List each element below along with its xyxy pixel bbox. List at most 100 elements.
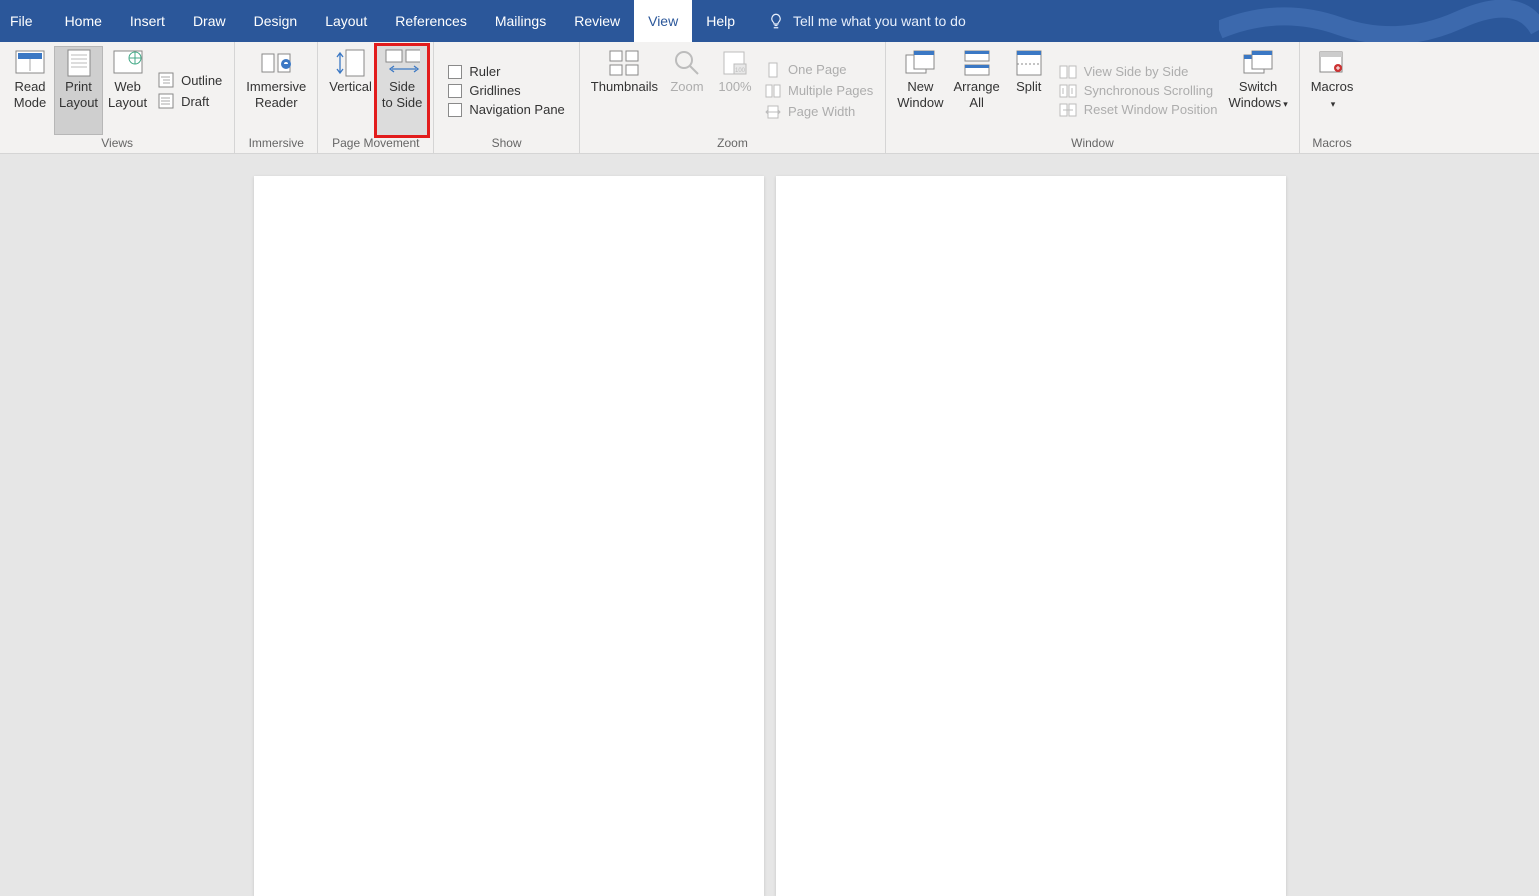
zoom-icon: [673, 49, 701, 77]
switch-windows-icon: [1243, 50, 1273, 76]
group-zoom-label: Zoom: [586, 135, 879, 153]
ribbon: Read Mode Print Layout Web Layout Outlin…: [0, 42, 1539, 154]
print-layout-icon: [67, 49, 91, 77]
side-by-side-icon: [1059, 65, 1077, 79]
web-layout-icon: [113, 50, 143, 76]
document-page[interactable]: [254, 176, 764, 896]
one-page-label: One Page: [788, 63, 847, 76]
tab-insert[interactable]: Insert: [116, 0, 179, 42]
new-window-icon: [905, 50, 935, 76]
thumbnails-label: Thumbnails: [591, 79, 658, 95]
view-side-by-side-label: View Side by Side: [1084, 65, 1189, 78]
new-window-label: New Window: [897, 79, 943, 112]
navigation-pane-label: Navigation Pane: [469, 103, 564, 116]
view-side-by-side-button: View Side by Side: [1059, 65, 1218, 79]
lightbulb-icon: [767, 12, 785, 30]
print-layout-button[interactable]: Print Layout: [54, 46, 103, 135]
tab-home[interactable]: Home: [51, 0, 116, 42]
gridlines-checkbox[interactable]: Gridlines: [448, 84, 564, 98]
hundred-percent-label: 100%: [718, 79, 751, 95]
tab-mailings[interactable]: Mailings: [481, 0, 560, 42]
split-icon: [1016, 50, 1042, 76]
group-immersive: Immersive Reader Immersive: [235, 42, 318, 153]
tell-me[interactable]: Tell me what you want to do: [749, 12, 966, 30]
menu-bar: File Home Insert Draw Design Layout Refe…: [0, 0, 1539, 42]
thumbnails-icon: [609, 50, 639, 76]
web-layout-label: Web Layout: [108, 79, 147, 112]
draft-label: Draft: [181, 95, 209, 108]
side-to-side-label: Side to Side: [382, 79, 422, 112]
side-to-side-icon: [384, 49, 420, 77]
outline-label: Outline: [181, 74, 222, 87]
macros-icon: [1318, 50, 1346, 76]
sync-scrolling-icon: [1059, 84, 1077, 98]
vertical-button[interactable]: Vertical: [324, 46, 377, 135]
group-zoom: Thumbnails Zoom 100 100% One Page Multip…: [580, 42, 886, 153]
group-macros: Macros ▾ Macros: [1300, 42, 1365, 153]
reset-window-position-label: Reset Window Position: [1084, 103, 1218, 116]
draft-button[interactable]: Draft: [158, 93, 222, 109]
page-width-label: Page Width: [788, 105, 855, 118]
immersive-reader-icon: [260, 50, 292, 76]
ruler-label: Ruler: [469, 65, 500, 78]
vertical-label: Vertical: [329, 79, 372, 95]
tab-draw[interactable]: Draw: [179, 0, 240, 42]
reset-window-position-button: Reset Window Position: [1059, 103, 1218, 117]
group-views: Read Mode Print Layout Web Layout Outlin…: [0, 42, 235, 153]
tab-view[interactable]: View: [634, 0, 692, 42]
zoom-label: Zoom: [670, 79, 703, 95]
one-page-icon: [765, 62, 781, 78]
macros-button[interactable]: Macros ▾: [1306, 46, 1359, 135]
sync-scrolling-label: Synchronous Scrolling: [1084, 84, 1213, 97]
tab-references[interactable]: References: [381, 0, 481, 42]
group-immersive-label: Immersive: [241, 135, 311, 153]
tab-review[interactable]: Review: [560, 0, 634, 42]
read-mode-label: Read Mode: [14, 79, 47, 112]
vertical-icon: [336, 49, 366, 77]
arrange-all-icon: [964, 50, 990, 76]
gridlines-label: Gridlines: [469, 84, 520, 97]
tab-file[interactable]: File: [0, 0, 51, 42]
checkbox-icon: [448, 65, 462, 79]
document-page[interactable]: [776, 176, 1286, 896]
page-width-button: Page Width: [765, 104, 873, 120]
tab-design[interactable]: Design: [240, 0, 312, 42]
immersive-reader-label: Immersive Reader: [246, 79, 306, 112]
page-width-icon: [765, 104, 781, 120]
side-to-side-button[interactable]: Side to Side: [377, 46, 427, 135]
reset-position-icon: [1059, 103, 1077, 117]
switch-windows-button[interactable]: Switch Windows▾: [1223, 46, 1292, 135]
group-page-movement: Vertical Side to Side Page Movement: [318, 42, 434, 153]
navigation-pane-checkbox[interactable]: Navigation Pane: [448, 103, 564, 117]
macros-label: Macros: [1311, 79, 1354, 94]
group-views-label: Views: [6, 135, 228, 153]
split-button[interactable]: Split: [1005, 46, 1053, 135]
tab-help[interactable]: Help: [692, 0, 749, 42]
document-canvas[interactable]: [0, 154, 1539, 799]
outline-icon: [158, 72, 174, 88]
thumbnails-button[interactable]: Thumbnails: [586, 46, 663, 135]
tab-layout[interactable]: Layout: [311, 0, 381, 42]
read-mode-button[interactable]: Read Mode: [6, 46, 54, 135]
arrange-all-label: Arrange All: [954, 79, 1000, 112]
switch-windows-label: Switch Windows: [1228, 79, 1281, 110]
new-window-button[interactable]: New Window: [892, 46, 948, 135]
immersive-reader-button[interactable]: Immersive Reader: [241, 46, 311, 135]
outline-button[interactable]: Outline: [158, 72, 222, 88]
group-window-label: Window: [892, 135, 1292, 153]
read-mode-icon: [15, 50, 45, 76]
chevron-down-icon: ▾: [1283, 99, 1288, 109]
multiple-pages-label: Multiple Pages: [788, 84, 873, 97]
group-page-movement-label: Page Movement: [324, 135, 427, 153]
ruler-checkbox[interactable]: Ruler: [448, 65, 564, 79]
group-window: New Window Arrange All Split View Side b…: [886, 42, 1299, 153]
arrange-all-button[interactable]: Arrange All: [949, 46, 1005, 135]
group-macros-label: Macros: [1306, 135, 1359, 153]
group-show: Ruler Gridlines Navigation Pane Show: [434, 42, 579, 153]
chevron-down-icon: ▾: [1331, 99, 1336, 109]
decorative-wave: [1219, 0, 1539, 42]
web-layout-button[interactable]: Web Layout: [103, 46, 152, 135]
one-page-button: One Page: [765, 62, 873, 78]
hundred-percent-button: 100 100%: [711, 46, 759, 135]
draft-icon: [158, 93, 174, 109]
